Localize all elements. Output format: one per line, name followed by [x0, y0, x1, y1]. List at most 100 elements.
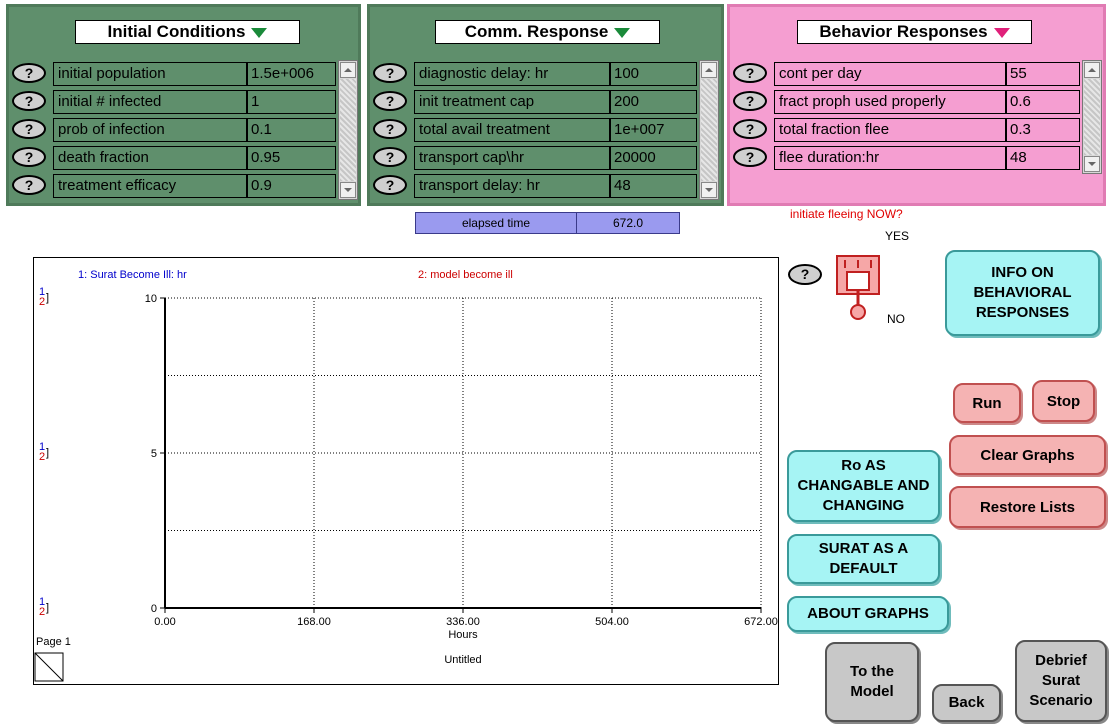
x-tick-label: 0.00 — [154, 616, 175, 628]
to-the-model-button[interactable]: To the Model — [825, 642, 919, 722]
flee-no-label: NO — [887, 312, 905, 326]
behavior-responses-title-menu[interactable]: Behavior Responses — [797, 20, 1032, 44]
param-value[interactable]: 0.6 — [1006, 90, 1080, 114]
back-button[interactable]: Back — [932, 684, 1001, 722]
dropdown-triangle-icon — [251, 27, 268, 38]
dropdown-triangle-icon — [614, 27, 631, 38]
info-behavioral-responses-button[interactable]: INFO ON BEHAVIORAL RESPONSES — [945, 250, 1100, 336]
scroll-up-icon[interactable] — [340, 62, 356, 78]
x-tick-label: 672.00 — [744, 616, 778, 628]
scroll-up-icon[interactable] — [1084, 62, 1100, 78]
param-value[interactable]: 48 — [1006, 146, 1080, 170]
flee-toggle-switch-icon[interactable] — [833, 254, 883, 322]
axis-marker-bracket: ] — [46, 602, 49, 614]
stop-button[interactable]: Stop — [1032, 380, 1095, 422]
surat-default-button[interactable]: SURAT AS A DEFAULT — [787, 534, 940, 584]
restore-lists-button[interactable]: Restore Lists — [949, 486, 1106, 528]
about-graphs-button[interactable]: ABOUT GRAPHS — [787, 596, 949, 632]
param-name: cont per day — [774, 62, 1006, 86]
scroll-track[interactable] — [1084, 79, 1100, 155]
param-value[interactable]: 200 — [610, 90, 697, 114]
behavior-responses-title: Behavior Responses — [819, 22, 988, 41]
help-button[interactable]: ? — [373, 175, 407, 195]
behavior-responses-scrollbar[interactable] — [1082, 60, 1102, 174]
help-button[interactable]: ? — [733, 91, 767, 111]
param-value[interactable]: 48 — [610, 174, 697, 198]
graph-pad[interactable]: 0 1 2] 5 1 2] 10 1 2] 0.00 168.00 336.00 504.00 672.0… — [33, 257, 779, 685]
param-value[interactable]: 100 — [610, 62, 697, 86]
initial-conditions-title-menu[interactable]: Initial Conditions — [75, 20, 300, 44]
param-name: total avail treatment — [414, 118, 610, 142]
initial-conditions-scrollbar[interactable] — [338, 60, 358, 200]
initial-conditions-panel: Initial Conditions ? initial population … — [6, 4, 361, 206]
elapsed-time-display: elapsed time 672.0 — [415, 212, 680, 234]
page-turn-icon[interactable] — [34, 652, 64, 682]
x-axis-label: Hours — [448, 629, 478, 641]
help-button[interactable]: ? — [12, 147, 46, 167]
help-button[interactable]: ? — [12, 63, 46, 83]
x-tick-label: 168.00 — [297, 616, 331, 628]
help-button[interactable]: ? — [733, 147, 767, 167]
flee-yes-label: YES — [885, 229, 910, 243]
param-value[interactable]: 1e+007 — [610, 118, 697, 142]
axis-marker-bracket: ] — [46, 447, 49, 459]
page-label: Page 1 — [36, 636, 71, 648]
help-button[interactable]: ? — [373, 63, 407, 83]
comm-response-panel: Comm. Response ? diagnostic delay: hr 10… — [367, 4, 724, 206]
elapsed-time-value: 672.0 — [612, 216, 644, 230]
param-name: death fraction — [53, 146, 247, 170]
help-button[interactable]: ? — [373, 91, 407, 111]
comm-response-title: Comm. Response — [464, 22, 609, 41]
param-name: flee duration:hr — [774, 146, 1006, 170]
debrief-surat-scenario-button[interactable]: Debrief Surat Scenario — [1015, 640, 1107, 722]
ro-changable-button[interactable]: Ro AS CHANGABLE AND CHANGING — [787, 450, 940, 522]
param-name: transport delay: hr — [414, 174, 610, 198]
series2-legend: 2: model become ill — [418, 269, 513, 281]
x-tick-label: 504.00 — [595, 616, 629, 628]
run-button[interactable]: Run — [953, 383, 1021, 423]
param-value[interactable]: 0.3 — [1006, 118, 1080, 142]
param-name: diagnostic delay: hr — [414, 62, 610, 86]
comm-response-scrollbar[interactable] — [699, 60, 719, 200]
help-button[interactable]: ? — [12, 91, 46, 111]
dropdown-triangle-icon — [993, 27, 1010, 38]
help-button[interactable]: ? — [12, 175, 46, 195]
help-button[interactable]: ? — [373, 147, 407, 167]
flee-help-button[interactable]: ? — [788, 264, 822, 285]
help-button[interactable]: ? — [733, 63, 767, 83]
elapsed-time-label: elapsed time — [416, 213, 577, 233]
param-name: initial population — [53, 62, 247, 86]
param-name: fract proph used properly — [774, 90, 1006, 114]
param-value[interactable]: 1 — [247, 90, 336, 114]
clear-graphs-button[interactable]: Clear Graphs — [949, 435, 1106, 475]
param-value[interactable]: 0.95 — [247, 146, 336, 170]
scroll-down-icon[interactable] — [340, 182, 356, 198]
param-value[interactable]: 55 — [1006, 62, 1080, 86]
comm-response-title-menu[interactable]: Comm. Response — [435, 20, 660, 44]
series1-legend: 1: Surat Become Ill: hr — [78, 269, 187, 281]
scroll-down-icon[interactable] — [701, 182, 717, 198]
help-button[interactable]: ? — [373, 119, 407, 139]
scroll-track[interactable] — [701, 79, 717, 181]
series2-axis-marker: 2 — [39, 451, 45, 463]
behavior-responses-panel: Behavior Responses ? cont per day 55 ? f… — [727, 4, 1106, 206]
x-tick-label: 336.00 — [446, 616, 480, 628]
scroll-up-icon[interactable] — [701, 62, 717, 78]
axis-marker-bracket: ] — [46, 292, 49, 304]
y-tick-label: 10 — [145, 293, 157, 305]
initiate-fleeing-label: initiate fleeing NOW? — [790, 207, 903, 221]
param-value[interactable]: 20000 — [610, 146, 697, 170]
scroll-down-icon[interactable] — [1084, 156, 1100, 172]
graph-caption: Untitled — [444, 654, 481, 666]
param-value[interactable]: 0.9 — [247, 174, 336, 198]
param-name: treatment efficacy — [53, 174, 247, 198]
y-tick-label: 5 — [151, 448, 157, 460]
y-tick-label: 0 — [151, 603, 157, 615]
param-value[interactable]: 1.5e+006 — [247, 62, 336, 86]
param-name: init treatment cap — [414, 90, 610, 114]
param-name: transport cap\hr — [414, 146, 610, 170]
help-button[interactable]: ? — [12, 119, 46, 139]
help-button[interactable]: ? — [733, 119, 767, 139]
scroll-track[interactable] — [340, 79, 356, 181]
param-value[interactable]: 0.1 — [247, 118, 336, 142]
